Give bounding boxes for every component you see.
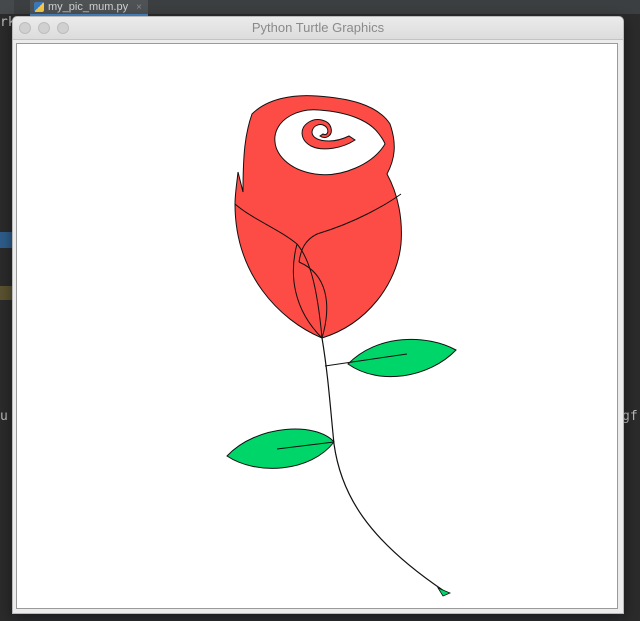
turtle-canvas[interactable] [16, 43, 618, 609]
upper-leaf [347, 338, 457, 378]
turtle-cursor-icon [436, 587, 452, 597]
window-title: Python Turtle Graphics [251, 20, 385, 35]
ide-editor-left-edge [0, 14, 12, 621]
rose-drawing [226, 95, 457, 597]
editor-tab-label: my_pic_mum.py [48, 0, 129, 13]
ide-editor-right-edge [622, 14, 640, 621]
ide-selection-highlight [0, 232, 12, 248]
close-icon[interactable]: × [136, 1, 142, 14]
editor-tab-my-pic-mum[interactable]: my_pic_mum.py × [30, 0, 148, 16]
ide-tab-bar: my_pic_mum.py × [0, 0, 640, 16]
ide-partial-text: u [0, 409, 8, 424]
python-file-icon [34, 2, 44, 12]
ide-warning-highlight [0, 286, 12, 300]
ide-tool-icon[interactable] [0, 0, 14, 14]
window-titlebar[interactable]: Python Turtle Graphics [13, 17, 623, 40]
turtle-graphics-window: Python Turtle Graphics [12, 16, 624, 614]
ide-partial-text: gf [622, 409, 638, 424]
